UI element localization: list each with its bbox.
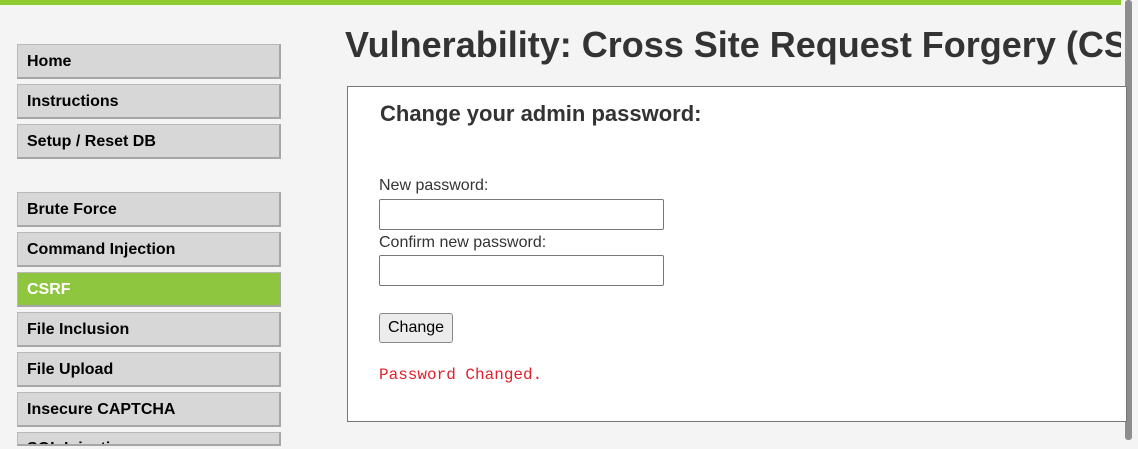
menu-item-sql-injection[interactable]: SQL Injection [17,432,281,446]
new-password-input[interactable] [379,199,664,230]
menu-item-file-upload[interactable]: File Upload [17,352,281,387]
menu-item-brute-force[interactable]: Brute Force [17,192,281,227]
form-heading: Change your admin password: [380,101,702,126]
new-password-label: New password: [379,177,489,194]
top-accent-bar [0,0,1121,5]
menu-item-setup-reset-db[interactable]: Setup / Reset DB [17,124,281,159]
menu-item-home[interactable]: Home [17,44,281,79]
menu-item-command-injection[interactable]: Command Injection [17,232,281,267]
menu-item-insecure-captcha[interactable]: Insecure CAPTCHA [17,392,281,427]
menu-item-csrf[interactable]: CSRF [17,272,281,307]
csrf-form-panel: Change your admin password: New password… [347,86,1127,422]
menu-separator [17,164,281,192]
change-button[interactable]: Change [379,313,454,343]
side-menu: Home Instructions Setup / Reset DB Brute… [17,44,281,446]
status-message: Password Changed. [379,366,543,384]
menu-item-instructions[interactable]: Instructions [17,84,281,119]
confirm-password-label: Confirm new password: [379,234,547,251]
confirm-password-input[interactable] [379,255,664,286]
page-title: Vulnerability: Cross Site Request Forger… [345,24,1121,65]
menu-item-file-inclusion[interactable]: File Inclusion [17,312,281,347]
